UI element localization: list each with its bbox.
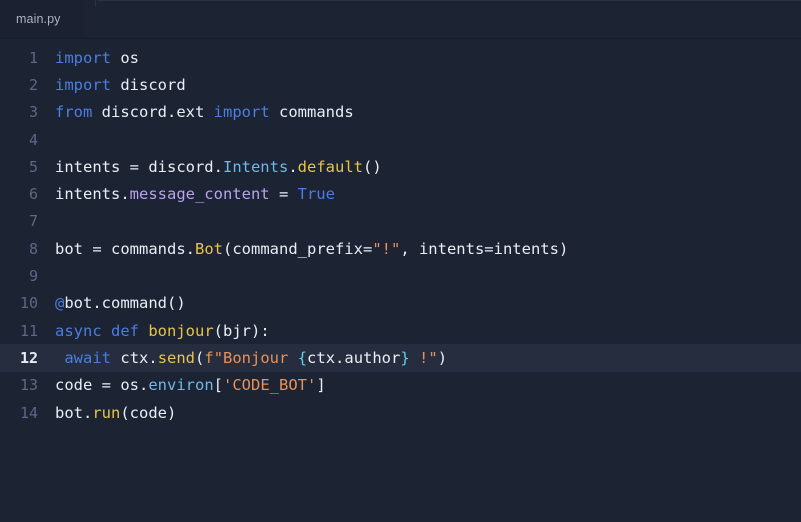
line-number: 9 bbox=[28, 267, 38, 286]
line-number: 13 bbox=[19, 376, 38, 395]
code-line-active[interactable]: 12 await ctx.send(f"Bonjour {ctx.author}… bbox=[0, 344, 801, 372]
tab-bar-empty-area bbox=[84, 0, 801, 38]
code-line[interactable]: 14 bot.run(code) bbox=[0, 399, 801, 426]
code-line[interactable]: 1 import os bbox=[0, 44, 801, 71]
code-line[interactable]: 6 intents.message_content = True bbox=[0, 180, 801, 207]
code-line[interactable]: 2 import discord bbox=[0, 71, 801, 98]
line-content: async def bonjour(bjr): bbox=[55, 321, 270, 340]
line-content: @bot.command() bbox=[55, 294, 186, 313]
line-content: import os bbox=[55, 48, 140, 67]
line-content: code = os.environ['CODE_BOT'] bbox=[55, 376, 326, 395]
line-number: 12 bbox=[19, 348, 38, 367]
code-line[interactable]: 4 bbox=[0, 126, 801, 153]
code-line[interactable]: 3 from discord.ext import commands bbox=[0, 99, 801, 126]
code-line[interactable]: 5 intents = discord.Intents.default() bbox=[0, 153, 801, 180]
line-content: bot.run(code) bbox=[55, 403, 177, 422]
line-number: 11 bbox=[19, 321, 38, 340]
line-number: 2 bbox=[28, 75, 38, 94]
line-number: 7 bbox=[28, 212, 38, 231]
editor-tab-bar: main.py bbox=[0, 0, 801, 39]
code-line[interactable]: 8 bot = commands.Bot(command_prefix="!",… bbox=[0, 235, 801, 262]
line-content: intents = discord.Intents.default() bbox=[55, 157, 382, 176]
tab-main-py[interactable]: main.py bbox=[0, 0, 84, 38]
line-content: bot = commands.Bot(command_prefix="!", i… bbox=[55, 239, 569, 258]
line-number: 3 bbox=[28, 103, 38, 122]
line-content: intents.message_content = True bbox=[55, 185, 335, 204]
code-line[interactable]: 7 bbox=[0, 208, 801, 235]
code-line[interactable]: 11 async def bonjour(bjr): bbox=[0, 317, 801, 344]
code-line[interactable]: 10 @bot.command() bbox=[0, 290, 801, 317]
tab-label: main.py bbox=[16, 12, 61, 26]
code-line[interactable]: 13 code = os.environ['CODE_BOT'] bbox=[0, 372, 801, 399]
line-number: 10 bbox=[19, 294, 38, 313]
line-number: 6 bbox=[28, 185, 38, 204]
code-line[interactable]: 9 bbox=[0, 262, 801, 289]
line-content: import discord bbox=[55, 75, 186, 94]
line-number: 14 bbox=[19, 403, 38, 422]
line-number: 5 bbox=[28, 157, 38, 176]
line-content: await ctx.send(f"Bonjour {ctx.author} !"… bbox=[64, 348, 448, 367]
code-editor-window: main.py 1 import os 2 import discord 3 f… bbox=[0, 0, 801, 522]
line-number: 8 bbox=[28, 239, 38, 258]
line-number: 1 bbox=[28, 48, 38, 67]
code-editor-area[interactable]: 1 import os 2 import discord 3 from disc… bbox=[0, 39, 801, 522]
line-number: 4 bbox=[28, 130, 38, 149]
line-content: from discord.ext import commands bbox=[55, 103, 354, 122]
